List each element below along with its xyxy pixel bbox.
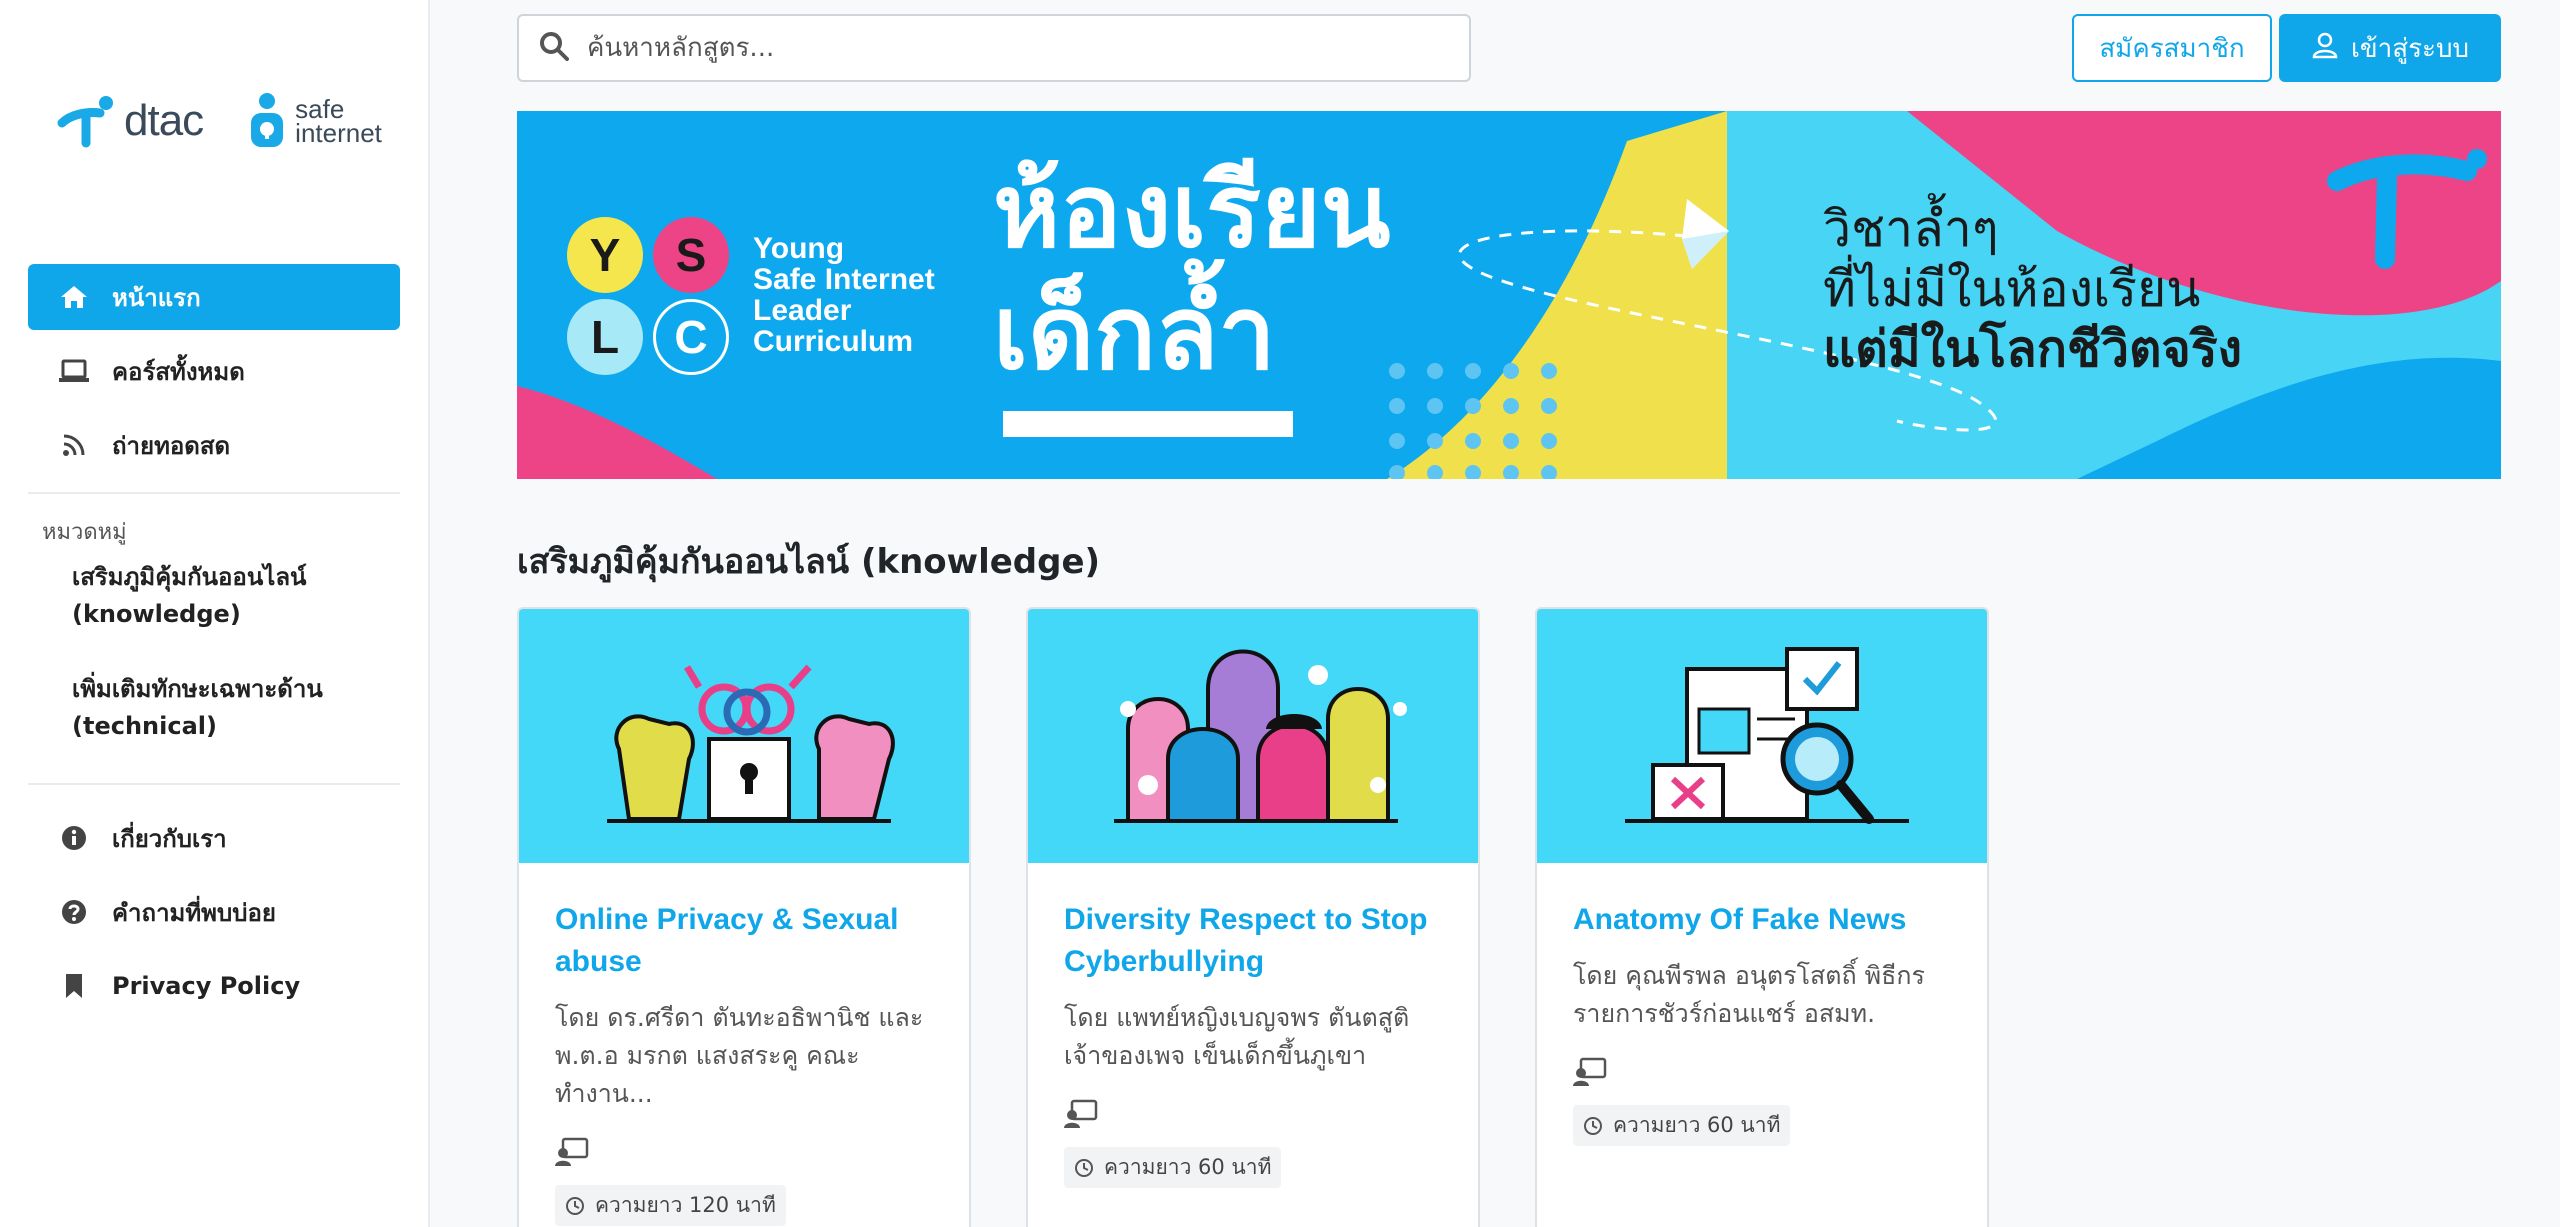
nav-item-all-courses[interactable]: คอร์สทั้งหมด	[28, 338, 400, 404]
dtac-swirl-icon	[57, 96, 113, 148]
course-description: โดย แพทย์หญิงเบญจพร ตันตสูติ เจ้าของเพจ …	[1064, 1003, 1410, 1070]
internet-wordmark: internet	[295, 118, 382, 148]
category-technical[interactable]: เพิ่มเติมทักษะเฉพาะด้าน (technical)	[28, 671, 400, 745]
search-input[interactable]	[587, 33, 1447, 63]
program-name: Young Safe Internet Leader Curriculum	[753, 232, 935, 358]
nav-item-privacy-policy[interactable]: Privacy Policy	[28, 953, 400, 1019]
course-title[interactable]: Diversity Respect to Stop Cyberbullying	[1064, 899, 1444, 983]
fake-news-magnifier-illustration	[1537, 609, 1987, 863]
login-button-label: เข้าสู่ระบบ	[2350, 33, 2470, 64]
category-label-sub: (knowledge)	[72, 600, 241, 628]
banner-tagline: วิชาล้ำๆ ที่ไม่มีในห้องเรียน แต่มีในโลกช…	[1823, 200, 2243, 378]
category-label: เสริมภูมิคุ้มกันออนไลน์	[72, 563, 307, 591]
dtac-logo: dtac	[56, 93, 204, 149]
nav-item-home[interactable]: หน้าแรก	[28, 264, 400, 330]
hero-banner[interactable]: Y S L C Young Safe Internet Leader Curri…	[517, 111, 2501, 479]
yslc-bubble-y: Y	[567, 217, 643, 293]
course-duration: ความยาว 120 นาที	[555, 1185, 786, 1226]
headline-underline	[1003, 411, 1293, 437]
teacher-icon	[1064, 1099, 1098, 1128]
nav-item-label: เกี่ยวกับเรา	[112, 824, 227, 853]
categories-heading: หมวดหมู่	[42, 520, 127, 545]
bookmark-icon	[58, 970, 90, 1002]
clock-icon	[1075, 1158, 1093, 1177]
teacher-icon	[1573, 1057, 1607, 1086]
nav-item-live[interactable]: ถ่ายทอดสด	[28, 412, 400, 478]
course-duration: ความยาว 60 นาที	[1064, 1147, 1282, 1188]
banner-headline: ห้องเรียน เด็กล้ำ	[993, 152, 1391, 393]
course-title[interactable]: Anatomy Of Fake News	[1573, 899, 1953, 941]
nav-item-about[interactable]: เกี่ยวกับเรา	[28, 805, 400, 871]
clock-icon	[566, 1196, 584, 1215]
dtac-wordmark: dtac	[124, 96, 204, 145]
nav-item-label: หน้าแรก	[112, 283, 201, 312]
nav-divider	[28, 783, 400, 785]
brand-logo[interactable]: dtac safe internet	[56, 86, 382, 156]
course-description: โดย ดร.ศรีดา ตันทะอธิพานิช และ พ.ต.อ มรก…	[555, 1003, 924, 1108]
diverse-people-illustration	[1028, 609, 1478, 863]
yslc-bubble-s: S	[653, 217, 729, 293]
sidebar: dtac safe internet หน้าแรก คอร์สทั้งหมด …	[0, 0, 430, 1227]
course-description: โดย คุณพีรพล อนุตรโสตถิ์ พิธีกร รายการชั…	[1573, 961, 1925, 1028]
register-button-label: สมัครสมาชิก	[2099, 33, 2245, 64]
home-icon	[58, 281, 90, 313]
yslc-bubble-c: C	[653, 299, 729, 375]
login-button[interactable]: เข้าสู่ระบบ	[2279, 14, 2501, 82]
info-icon	[58, 822, 90, 854]
safe-internet-lock-icon	[251, 93, 284, 147]
category-label-sub: (technical)	[72, 712, 217, 740]
course-card[interactable]: Diversity Respect to Stop Cyberbullying …	[1026, 607, 1480, 1227]
question-icon	[58, 896, 90, 928]
nav-divider	[28, 492, 400, 494]
course-search[interactable]	[517, 14, 1471, 82]
category-label: เพิ่มเติมทักษะเฉพาะด้าน	[72, 675, 323, 703]
course-title[interactable]: Online Privacy & Sexual abuse	[555, 899, 935, 983]
safe-internet-logo: safe internet	[247, 91, 382, 151]
nav-item-label: คำถามที่พบบ่อย	[112, 898, 276, 927]
course-duration: ความยาว 60 นาที	[1573, 1105, 1791, 1146]
nav-item-label: Privacy Policy	[112, 972, 301, 1000]
user-icon	[2311, 31, 2339, 66]
yslc-bubble-l: L	[567, 299, 643, 375]
rss-icon	[58, 429, 90, 461]
sidebar-nav: หน้าแรก คอร์สทั้งหมด ถ่ายทอดสด หมวดหมู่ …	[28, 264, 400, 1027]
nav-item-faq[interactable]: คำถามที่พบบ่อย	[28, 879, 400, 945]
course-card[interactable]: Anatomy Of Fake News โดย คุณพีรพล อนุตรโ…	[1535, 607, 1989, 1227]
section-title: เสริมภูมิคุ้มกันออนไลน์ (knowledge)	[517, 542, 1101, 582]
course-card[interactable]: Online Privacy & Sexual abuse โดย ดร.ศรี…	[517, 607, 971, 1227]
laptop-icon	[58, 355, 90, 387]
privacy-lock-illustration	[519, 609, 969, 863]
register-button[interactable]: สมัครสมาชิก	[2072, 14, 2272, 82]
search-icon	[539, 31, 569, 65]
teacher-icon	[555, 1137, 589, 1166]
nav-item-label: คอร์สทั้งหมด	[112, 357, 245, 386]
nav-item-label: ถ่ายทอดสด	[112, 431, 231, 460]
clock-icon	[1584, 1116, 1602, 1135]
category-knowledge[interactable]: เสริมภูมิคุ้มกันออนไลน์ (knowledge)	[28, 559, 400, 633]
